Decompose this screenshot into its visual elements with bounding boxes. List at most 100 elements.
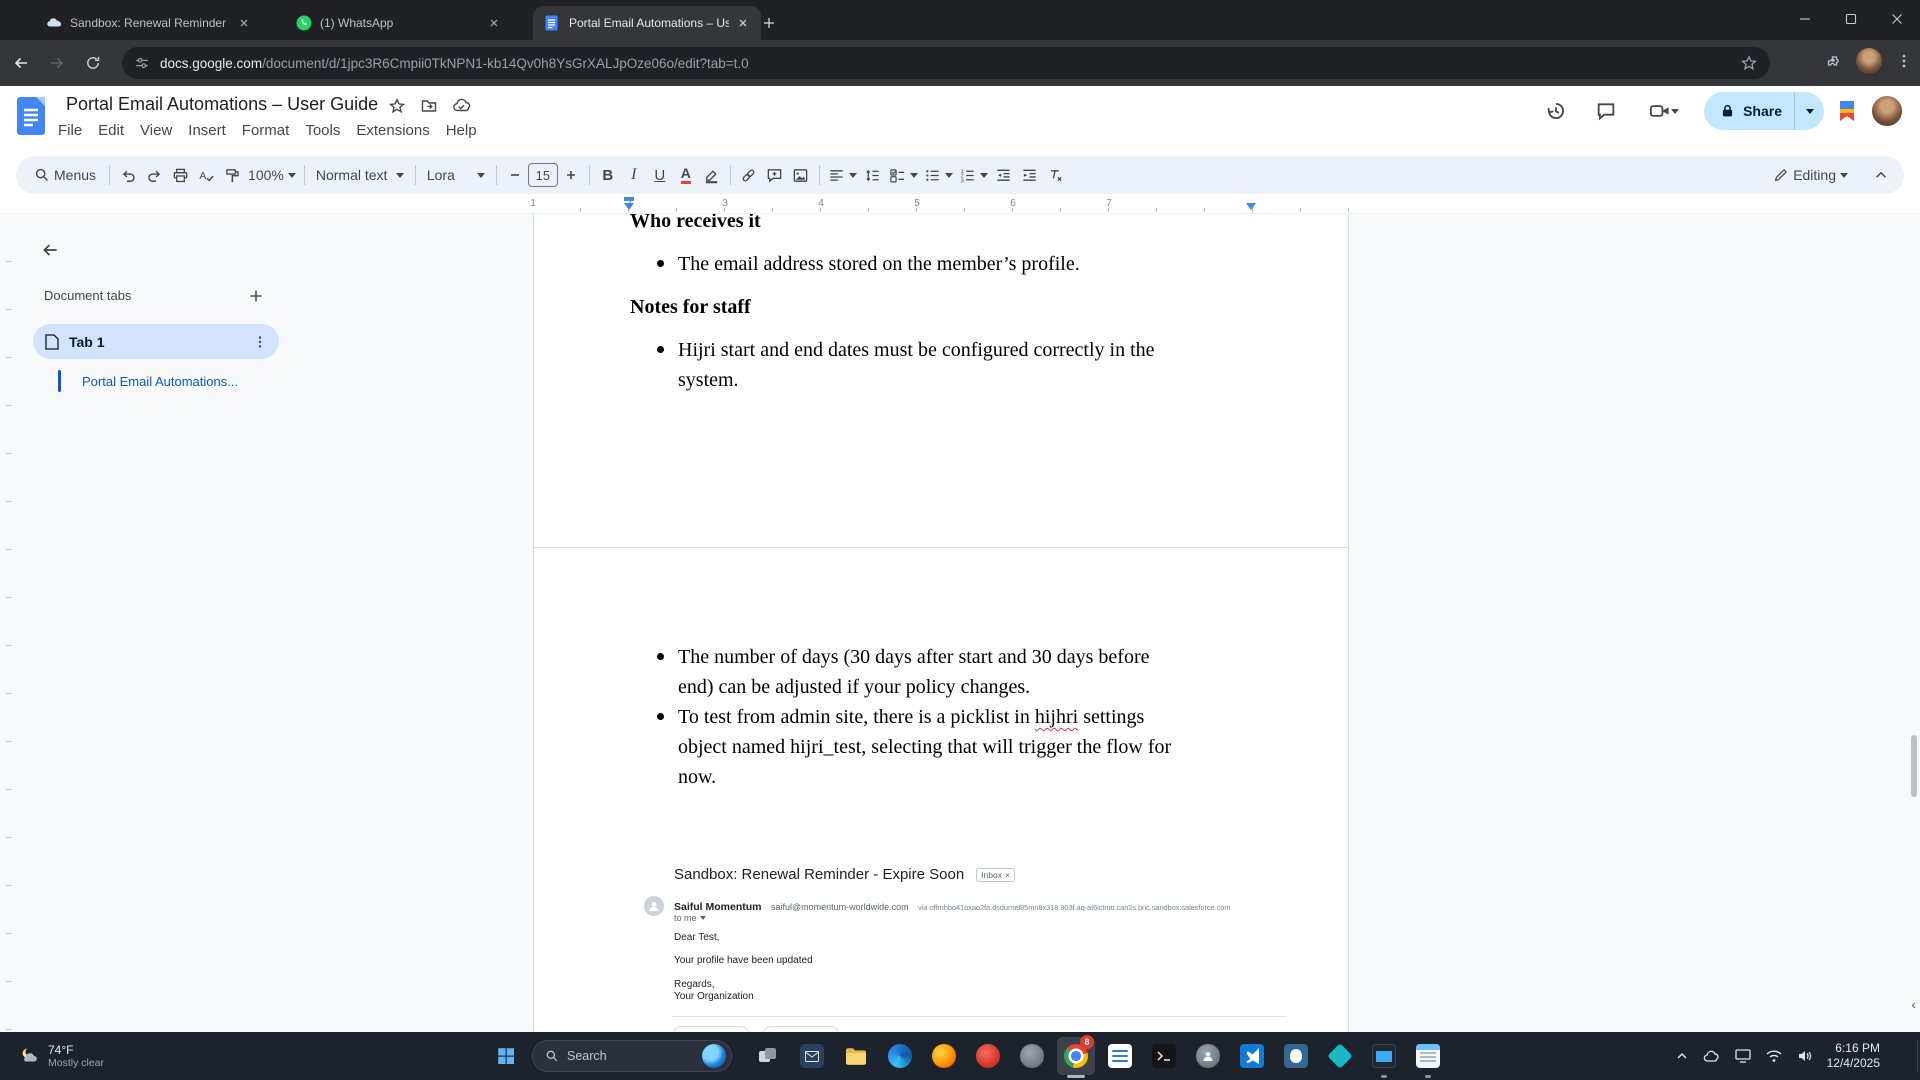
zoom-select[interactable]: 100% (245, 161, 299, 189)
right-indent-marker[interactable] (1246, 203, 1256, 210)
menu-extensions[interactable]: Extensions (348, 119, 437, 142)
meet-video-call-icon[interactable] (1638, 93, 1690, 129)
collapse-side-panel-icon[interactable]: ‹ (1911, 996, 1916, 1012)
redo-icon[interactable] (141, 161, 167, 189)
align-select[interactable] (825, 161, 860, 189)
bold-button[interactable]: B (595, 161, 621, 189)
window-maximize-button[interactable] (1828, 0, 1874, 38)
tab-close-icon[interactable] (486, 15, 502, 31)
meet-dropdown-caret[interactable] (1671, 109, 1679, 114)
taskbar-search-input[interactable]: Search (532, 1040, 732, 1072)
add-comment-icon[interactable] (762, 161, 788, 189)
site-info-icon[interactable] (134, 55, 150, 71)
underline-button[interactable]: U (647, 161, 673, 189)
volume-icon[interactable] (1797, 1049, 1813, 1063)
font-size-increase-icon[interactable] (558, 161, 584, 189)
tab-close-icon[interactable] (236, 15, 252, 31)
editing-mode-select[interactable]: Editing (1763, 161, 1858, 189)
taskbar-weather-widget[interactable]: 74°F Mostly clear (10, 1032, 112, 1080)
font-size-decrease-icon[interactable] (502, 161, 528, 189)
bulleted-list-select[interactable] (921, 161, 956, 189)
italic-button[interactable]: I (621, 161, 647, 189)
file-explorer-icon[interactable] (834, 1032, 878, 1080)
undo-icon[interactable] (115, 161, 141, 189)
hidden-icons-chevron-icon[interactable] (1675, 1049, 1689, 1063)
outline-heading-item[interactable]: Portal Email Automations... (58, 370, 238, 392)
hide-menus-chevron-icon[interactable] (1868, 161, 1894, 189)
reload-icon[interactable] (78, 48, 108, 78)
terminal-app-icon[interactable] (1142, 1032, 1186, 1080)
word-document-app-icon[interactable] (1098, 1032, 1142, 1080)
document-status-cloud-icon[interactable] (452, 97, 472, 115)
account-avatar[interactable] (1870, 94, 1904, 128)
version-history-icon[interactable] (1538, 93, 1574, 129)
numbered-list-select[interactable]: 123 (956, 161, 991, 189)
google-docs-logo[interactable] (16, 96, 46, 136)
browser-menu-icon[interactable] (1896, 53, 1912, 69)
menu-insert[interactable]: Insert (180, 119, 234, 142)
browser-tab-whatsapp[interactable]: (1) WhatsApp (284, 6, 512, 40)
extension-bookmark-icon[interactable] (1838, 100, 1856, 122)
first-line-indent-marker[interactable] (624, 197, 634, 201)
print-icon[interactable] (167, 161, 193, 189)
back-arrow-icon[interactable] (36, 236, 64, 264)
paint-format-icon[interactable] (219, 161, 245, 189)
vscode-icon[interactable] (1230, 1032, 1274, 1080)
add-tab-icon[interactable] (244, 284, 268, 308)
share-dropdown-caret[interactable] (1794, 92, 1824, 130)
teal-diamond-app-icon[interactable] (1318, 1032, 1362, 1080)
paragraph-style-select[interactable]: Normal text (310, 161, 410, 189)
edge-icon[interactable] (878, 1032, 922, 1080)
comments-icon[interactable] (1588, 93, 1624, 129)
menu-file[interactable]: File (50, 119, 90, 142)
clear-formatting-icon[interactable] (1043, 161, 1069, 189)
menus-search-button[interactable]: Menus (26, 161, 104, 189)
browser-tab-sandbox[interactable]: Sandbox: Renewal Reminder - E (34, 6, 262, 40)
insert-image-icon[interactable] (788, 161, 814, 189)
horizontal-ruler[interactable]: 1 2 3 4 5 6 7 (0, 196, 1920, 214)
share-button[interactable]: Share (1704, 92, 1824, 130)
new-tab-button[interactable] (756, 10, 782, 36)
contacts-app-icon[interactable] (1186, 1032, 1230, 1080)
display-cast-icon[interactable] (1735, 1049, 1751, 1063)
gray-circle-app-icon[interactable] (1010, 1032, 1054, 1080)
document-page-2[interactable]: The number of days (30 days after start … (533, 547, 1349, 1032)
spellcheck-icon[interactable]: A (193, 161, 219, 189)
font-size-input[interactable]: 15 (528, 163, 558, 187)
line-spacing-icon[interactable] (860, 161, 886, 189)
notepad-icon[interactable] (1406, 1032, 1450, 1080)
highlight-color-icon[interactable] (699, 161, 725, 189)
share-button-main[interactable]: Share (1704, 92, 1794, 130)
address-bar[interactable]: docs.google.com/document/d/1jpc3R6Cmpii0… (122, 47, 1770, 79)
document-scrollbar[interactable] (1911, 735, 1917, 797)
red-circle-app-icon[interactable] (966, 1032, 1010, 1080)
font-family-select[interactable]: Lora (421, 161, 491, 189)
menu-format[interactable]: Format (234, 119, 298, 142)
tab-close-icon[interactable] (735, 15, 751, 31)
chrome-icon[interactable]: 8 (1054, 1032, 1098, 1080)
window-minimize-button[interactable] (1782, 0, 1828, 38)
insert-link-icon[interactable] (736, 161, 762, 189)
decrease-indent-icon[interactable] (991, 161, 1017, 189)
menu-view[interactable]: View (132, 119, 180, 142)
wifi-icon[interactable] (1765, 1049, 1783, 1063)
bookmark-star-icon[interactable] (1740, 54, 1758, 72)
task-view-icon[interactable] (746, 1032, 790, 1080)
taskbar-clock[interactable]: 6:16 PM 12/4/2025 (1827, 1041, 1880, 1071)
text-color-button[interactable]: A (673, 161, 699, 189)
start-button[interactable] (486, 1036, 526, 1076)
firefox-icon[interactable] (922, 1032, 966, 1080)
browser-tab-docs[interactable]: Portal Email Automations – Use (533, 6, 761, 40)
virtual-machine-monitor-icon[interactable] (1362, 1032, 1406, 1080)
checklist-select[interactable] (886, 161, 921, 189)
document-title[interactable]: Portal Email Automations – User Guide (66, 94, 378, 115)
search-highlight-thumbnail[interactable] (702, 1044, 726, 1068)
menu-edit[interactable]: Edit (90, 119, 132, 142)
move-to-folder-icon[interactable] (420, 97, 438, 115)
onedrive-cloud-icon[interactable] (1703, 1049, 1721, 1063)
star-document-icon[interactable] (388, 97, 406, 115)
forward-icon[interactable] (42, 48, 72, 78)
left-indent-marker[interactable] (624, 203, 634, 210)
window-close-button[interactable] (1874, 0, 1920, 38)
extensions-puzzle-icon[interactable] (1824, 52, 1842, 70)
